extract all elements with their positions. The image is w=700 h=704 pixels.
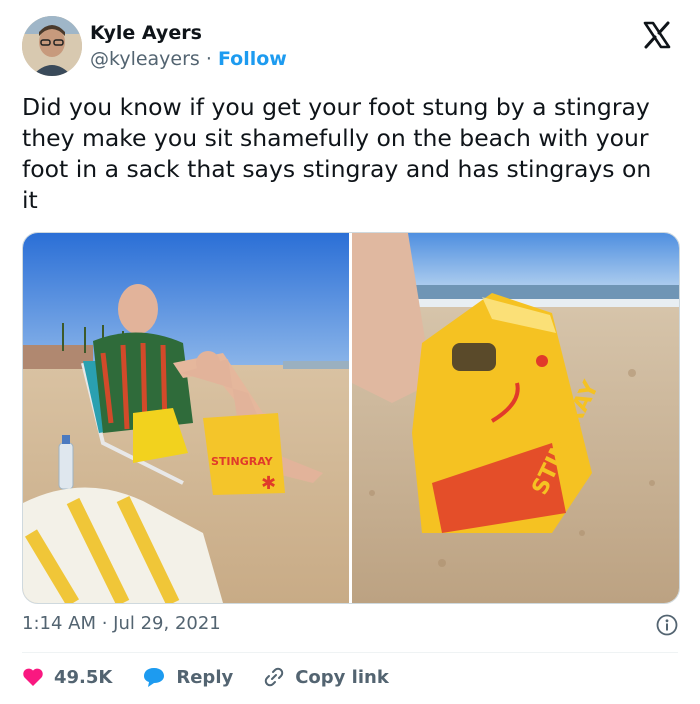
- heart-icon: [23, 668, 43, 686]
- author-handle-line: @kyleayers · Follow: [90, 48, 287, 70]
- tweet-header: Kyle Ayers @kyleayers · Follow: [22, 14, 682, 80]
- reply-button[interactable]: Reply: [142, 666, 233, 688]
- copy-link-button[interactable]: Copy link: [263, 666, 389, 688]
- x-logo-icon[interactable]: [642, 20, 672, 50]
- handle-separator: ·: [205, 48, 212, 70]
- author-handle[interactable]: @kyleayers: [90, 48, 200, 70]
- photo-foot-in-bag[interactable]: STINGRAY: [352, 233, 679, 603]
- link-icon: [264, 667, 284, 687]
- like-button[interactable]: 49.5K: [22, 667, 112, 688]
- photo-man-on-beach[interactable]: STINGRAY ✱: [23, 233, 349, 603]
- reply-bubble-icon: [144, 668, 165, 687]
- bag-text-left: STINGRAY: [211, 455, 274, 468]
- follow-button[interactable]: Follow: [218, 48, 287, 70]
- avatar[interactable]: [22, 16, 82, 76]
- tweet-text: Did you know if you get your foot stung …: [22, 93, 652, 214]
- copy-link-label: Copy link: [295, 666, 389, 688]
- author-name[interactable]: Kyle Ayers: [90, 22, 202, 44]
- tweet-media[interactable]: STINGRAY ✱ STINGRAY: [22, 232, 680, 604]
- divider: [22, 652, 678, 653]
- reply-label: Reply: [176, 666, 234, 688]
- info-icon[interactable]: [656, 614, 678, 636]
- svg-text:✱: ✱: [261, 473, 276, 494]
- tweet-timestamp[interactable]: 1:14 AM · Jul 29, 2021: [22, 613, 221, 634]
- action-bar: 49.5K Reply Copy link: [22, 664, 419, 690]
- like-count: 49.5K: [54, 666, 113, 688]
